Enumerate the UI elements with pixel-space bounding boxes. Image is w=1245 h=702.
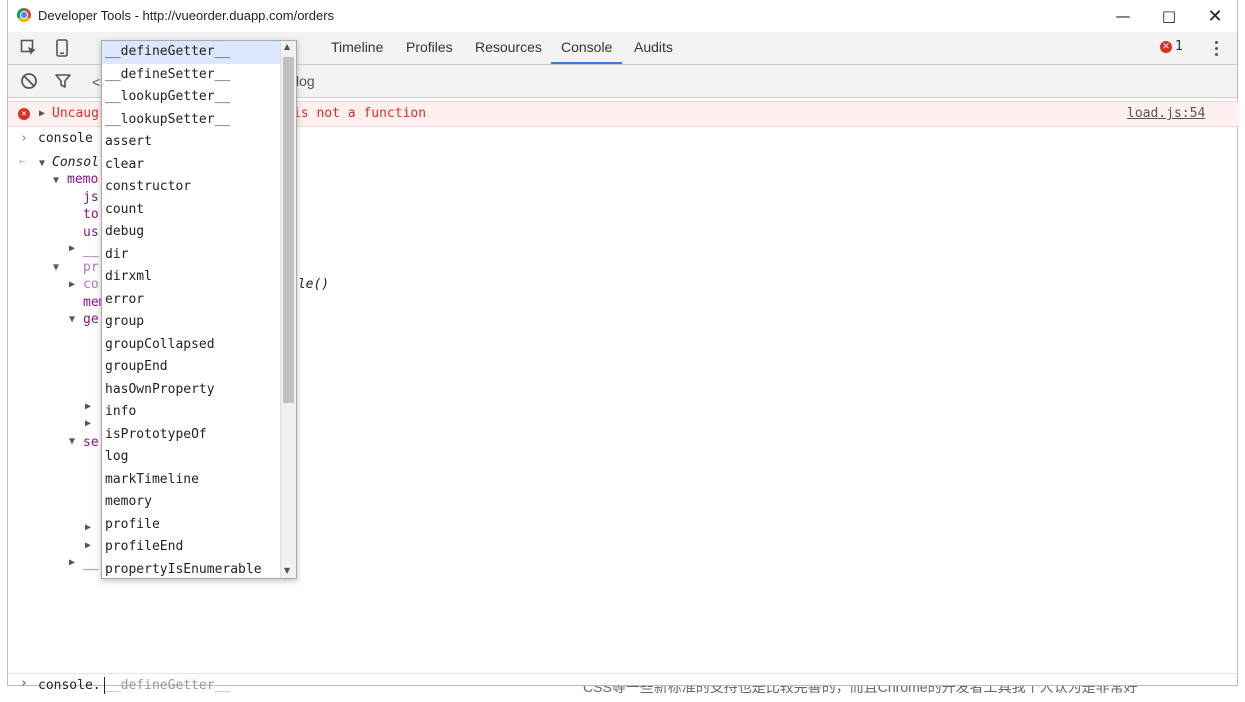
- tree-node: memo: [67, 172, 99, 187]
- console-input-echo: console: [38, 131, 93, 146]
- inspect-element-icon[interactable]: [18, 38, 40, 58]
- expand-triangle-icon[interactable]: ▼: [39, 158, 45, 169]
- tab-resources[interactable]: Resources: [475, 32, 542, 64]
- expand-triangle-icon[interactable]: ▼: [69, 436, 75, 447]
- autocomplete-item[interactable]: memory: [102, 491, 296, 514]
- tab-audits[interactable]: Audits: [634, 32, 673, 64]
- autocomplete-item[interactable]: __lookupSetter__: [102, 109, 296, 132]
- autocomplete-item[interactable]: groupEnd: [102, 356, 296, 379]
- maximize-button[interactable]: □: [1146, 0, 1192, 32]
- prompt-chevron-icon: ›: [20, 676, 28, 691]
- autocomplete-list: __defineGetter__ __defineSetter__ __lookup…: [102, 41, 296, 579]
- autocomplete-item[interactable]: markTimeline: [102, 469, 296, 492]
- input-chevron-icon: ›: [20, 131, 28, 146]
- tree-node: pr: [83, 260, 99, 275]
- scrollbar-thumb[interactable]: [283, 57, 294, 403]
- autocomplete-item[interactable]: count: [102, 199, 296, 222]
- autocomplete-item[interactable]: __defineSetter__: [102, 64, 296, 87]
- minimize-button[interactable]: —: [1100, 0, 1146, 32]
- preserve-log-label[interactable]: log: [296, 73, 315, 89]
- autocomplete-item[interactable]: profile: [102, 514, 296, 537]
- error-count-value: 1: [1175, 39, 1184, 54]
- tree-node: js: [83, 190, 99, 205]
- autocomplete-item[interactable]: assert: [102, 131, 296, 154]
- autocomplete-scrollbar[interactable]: ▲ ▼: [280, 41, 296, 578]
- autocomplete-item[interactable]: debug: [102, 221, 296, 244]
- filter-icon[interactable]: [52, 71, 74, 91]
- autocomplete-item[interactable]: constructor: [102, 176, 296, 199]
- tree-node: us: [83, 225, 99, 240]
- error-icon: ✕: [18, 108, 30, 120]
- autocomplete-item[interactable]: dir: [102, 244, 296, 267]
- context-selector[interactable]: <: [92, 74, 100, 90]
- autocomplete-item[interactable]: error: [102, 289, 296, 312]
- expand-triangle-icon[interactable]: ▶: [39, 108, 45, 119]
- autocomplete-item[interactable]: log: [102, 446, 296, 469]
- close-button[interactable]: ✕: [1192, 0, 1238, 32]
- chrome-icon: [17, 8, 31, 22]
- autocomplete-item[interactable]: isPrototypeOf: [102, 424, 296, 447]
- autocomplete-item[interactable]: dirxml: [102, 266, 296, 289]
- scroll-up-icon[interactable]: ▲: [284, 42, 290, 51]
- expand-triangle-icon[interactable]: ▼: [53, 175, 59, 186]
- device-mode-icon[interactable]: [51, 38, 73, 58]
- scroll-down-icon[interactable]: ▼: [284, 566, 290, 575]
- prompt-autocomplete-hint: __defineGetter__: [105, 678, 231, 693]
- expand-triangle-icon[interactable]: ▼: [53, 262, 59, 273]
- error-source-link[interactable]: load.js:54: [1127, 106, 1205, 121]
- tab-console[interactable]: Console: [551, 32, 623, 64]
- tree-node: __: [83, 556, 99, 571]
- tab-profiles[interactable]: Profiles: [406, 32, 453, 64]
- expand-triangle-icon[interactable]: ▶: [85, 418, 91, 429]
- expand-triangle-icon[interactable]: ▼: [69, 314, 75, 325]
- expand-triangle-icon[interactable]: ▶: [85, 522, 91, 533]
- error-icon: ✕: [1160, 40, 1172, 53]
- tree-node: to: [83, 207, 99, 222]
- window-title: Developer Tools - http://vueorder.duapp.…: [38, 8, 335, 23]
- expand-triangle-icon[interactable]: ▶: [69, 279, 75, 290]
- autocomplete-item[interactable]: hasOwnProperty: [102, 379, 296, 402]
- autocomplete-item[interactable]: profileEnd: [102, 536, 296, 559]
- tree-node: se: [83, 435, 99, 450]
- tab-timeline[interactable]: Timeline: [331, 32, 383, 64]
- result-arrow-icon: ⇠: [19, 154, 27, 168]
- devtools-window: Developer Tools - http://vueorder.duapp.…: [7, 0, 1239, 694]
- tree-node: ge: [83, 312, 99, 327]
- autocomplete-item[interactable]: info: [102, 401, 296, 424]
- autocomplete-item[interactable]: propertyIsEnumerable: [102, 559, 296, 579]
- expand-triangle-icon[interactable]: ▶: [69, 557, 75, 568]
- autocomplete-item[interactable]: __lookupGetter__: [102, 86, 296, 109]
- expand-triangle-icon[interactable]: ▶: [85, 540, 91, 551]
- prompt-input-text[interactable]: console.: [38, 678, 101, 693]
- error-counter[interactable]: ✕ 1: [1160, 39, 1183, 54]
- autocomplete-item[interactable]: group: [102, 311, 296, 334]
- autocomplete-item[interactable]: clear: [102, 154, 296, 177]
- tree-node: co: [83, 277, 99, 292]
- error-text-prefix: Uncaug: [52, 106, 99, 121]
- tree-node: __: [83, 243, 99, 258]
- expand-triangle-icon[interactable]: ▶: [85, 401, 91, 412]
- console-object-label: Consol: [52, 155, 99, 170]
- expand-triangle-icon[interactable]: ▶: [69, 243, 75, 254]
- console-prompt[interactable]: › console. __defineGetter__: [8, 673, 1237, 702]
- title-bar: Developer Tools - http://vueorder.duapp.…: [8, 0, 1237, 32]
- clear-console-icon[interactable]: [18, 71, 40, 91]
- autocomplete-item[interactable]: groupCollapsed: [102, 334, 296, 357]
- error-text-message: is not a function: [293, 106, 427, 121]
- autocomplete-dropdown[interactable]: __defineGetter__ __defineSetter__ __lookup…: [101, 40, 297, 579]
- more-options-icon[interactable]: [1206, 38, 1226, 58]
- autocomplete-item[interactable]: __defineGetter__: [102, 41, 296, 64]
